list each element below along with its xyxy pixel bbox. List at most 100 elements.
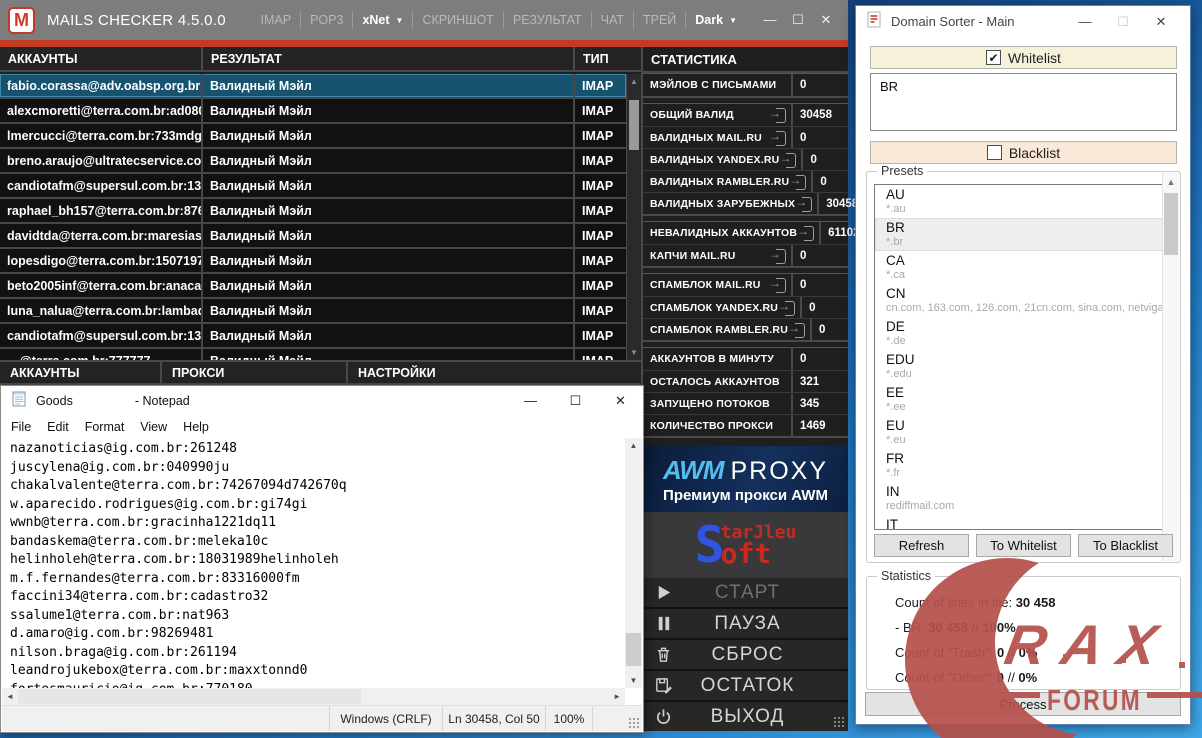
to-whitelist-button[interactable]: To Whitelist (976, 534, 1071, 557)
export-icon[interactable] (779, 153, 796, 167)
scroll-up-icon[interactable]: ▲ (625, 441, 642, 450)
export-icon[interactable] (769, 108, 786, 122)
export-icon[interactable] (795, 197, 812, 211)
preset-item-cn[interactable]: CNcn.com, 163.com, 126.com, 21cn.com, si… (875, 284, 1172, 317)
scroll-up-icon[interactable]: ▲ (1163, 177, 1179, 187)
table-row[interactable]: breno.araujo@ultratecservice.com.brВалид… (0, 149, 626, 174)
resize-grip[interactable] (628, 717, 640, 729)
menu-item-tray[interactable]: ТРЕЙ (633, 11, 685, 29)
column-header-result[interactable]: РЕЗУЛЬТАТ (203, 47, 575, 70)
stat-label: КОЛИЧЕСТВО ПРОКСИ (643, 420, 791, 432)
preset-item-fr[interactable]: FR*.fr (875, 449, 1172, 482)
mc-minimize-button[interactable]: — (756, 12, 784, 28)
table-row[interactable]: lopesdigo@terra.com.br:1507197912Валидны… (0, 249, 626, 274)
preset-item-edu[interactable]: EDU*.edu (875, 350, 1172, 383)
notepad-close-button[interactable]: ✕ (598, 393, 643, 409)
scrollbar-thumb[interactable] (626, 633, 641, 666)
mc-maximize-button[interactable]: ☐ (784, 12, 812, 28)
notepad-hscrollbar[interactable]: ◄ ► (2, 688, 625, 705)
to-blacklist-button[interactable]: To Blacklist (1078, 534, 1173, 557)
notepad-titlebar[interactable]: Goods - Notepad —☐✕ (1, 386, 643, 416)
scroll-right-icon[interactable]: ► (613, 692, 621, 701)
start-button[interactable]: СТАРТ (643, 578, 848, 609)
table-row[interactable]: raphael_bh157@terra.com.br:876845Валидны… (0, 199, 626, 224)
export-icon[interactable] (788, 323, 805, 337)
table-row[interactable]: candiotafm@supersul.com.br:130220Валидны… (0, 324, 626, 349)
text-editor-area[interactable]: nazanoticias@ig.com.br:261248juscylena@i… (2, 438, 625, 688)
starjleu-soft-logo[interactable]: S tarJleu oft (643, 512, 848, 578)
menu-item-imap[interactable]: IMAP (252, 11, 301, 29)
table-scrollbar[interactable]: ▲ ▼ (626, 74, 641, 360)
notepad-maximize-button[interactable]: ☐ (553, 393, 598, 409)
refresh-button[interactable]: Refresh (874, 534, 969, 557)
exit-button[interactable]: ВЫХОД (643, 702, 848, 731)
scroll-down-icon[interactable]: ▼ (625, 676, 642, 685)
table-row[interactable]: alexcmoretti@terra.com.br:ad080366Валидн… (0, 99, 626, 124)
scroll-left-icon[interactable]: ◄ (6, 692, 14, 701)
awm-proxy-banner[interactable]: AWM PROXY Премиум прокси AWM (643, 446, 848, 512)
resize-grip[interactable] (833, 716, 846, 729)
column-header-accounts[interactable]: АККАУНТЫ (0, 47, 203, 70)
blacklist-checkbox[interactable] (987, 145, 1002, 160)
tab-2[interactable]: НАСТРОЙКИ (348, 362, 641, 383)
table-row[interactable]: davidtda@terra.com.br:maresias1239Валидн… (0, 224, 626, 249)
preset-item-au[interactable]: AU*.au (875, 185, 1172, 218)
table-row[interactable]: lmercucci@terra.com.br:733mdgamrВалидный… (0, 124, 626, 149)
export-icon[interactable] (769, 249, 786, 263)
tab-0[interactable]: АККАУНТЫ (0, 362, 162, 383)
table-row[interactable]: beto2005inf@terra.com.br:anacarla1Валидн… (0, 274, 626, 299)
presets-scrollbar[interactable]: ▲ ▼ (1162, 173, 1179, 561)
sorter-close-button[interactable]: ✕ (1142, 14, 1180, 30)
notepad-vscrollbar[interactable]: ▲ ▼ (625, 438, 642, 688)
menu-item-pop3[interactable]: POP3 (300, 11, 352, 29)
menu-format[interactable]: Format (77, 420, 133, 434)
export-icon[interactable] (797, 226, 814, 240)
mc-close-button[interactable]: ✕ (812, 12, 840, 28)
preset-domains: *.ee (886, 401, 1172, 414)
table-row[interactable]: candiotafm@supersul.com.br:130220Валидны… (0, 174, 626, 199)
preset-item-ca[interactable]: CA*.ca (875, 251, 1172, 284)
whitelist-textarea[interactable]: BR (870, 73, 1177, 131)
pause-button[interactable]: ПАУЗА (643, 609, 848, 640)
scroll-down-icon[interactable]: ▼ (627, 348, 641, 357)
scroll-up-icon[interactable]: ▲ (627, 77, 641, 86)
menu-view[interactable]: View (132, 420, 175, 434)
presets-list[interactable]: AU*.auBR*.brCA*.caCNcn.com, 163.com, 126… (874, 184, 1173, 530)
table-row[interactable]: fabio.corassa@adv.oabsp.org.br:9005Валид… (0, 74, 626, 99)
column-header-type[interactable]: ТИП (575, 47, 641, 70)
mails-checker-titlebar[interactable]: M MAILS CHECKER 4.5.0.0 IMAPPOP3xNet▼СКР… (0, 0, 848, 40)
export-icon[interactable] (769, 131, 786, 145)
menu-help[interactable]: Help (175, 420, 217, 434)
reset-button[interactable]: СБРОС (643, 640, 848, 671)
table-row[interactable]: luna_nalua@terra.com.br:lambadaВалидный … (0, 299, 626, 324)
export-icon[interactable] (769, 278, 786, 292)
sorter-maximize-button[interactable]: ☐ (1104, 14, 1142, 30)
export-icon[interactable] (778, 301, 795, 315)
tab-1[interactable]: ПРОКСИ (162, 362, 348, 383)
menu-edit[interactable]: Edit (39, 420, 77, 434)
remainder-button[interactable]: ОСТАТОК (643, 671, 848, 702)
process-button[interactable]: Process (865, 692, 1181, 716)
menu-item-xnet[interactable]: xNet▼ (352, 11, 412, 29)
notepad-minimize-button[interactable]: — (508, 393, 553, 409)
scrollbar-thumb[interactable] (629, 100, 639, 150)
menu-item-theme[interactable]: Dark▼ (685, 11, 746, 29)
sorter-minimize-button[interactable]: — (1066, 14, 1104, 30)
menu-item-result[interactable]: РЕЗУЛЬТАТ (503, 11, 591, 29)
export-icon[interactable] (789, 175, 806, 189)
notepad-statusbar: Windows (CRLF) Ln 30458, Col 50 100% (2, 705, 642, 731)
scrollbar-thumb[interactable] (1164, 193, 1178, 255)
preset-item-in[interactable]: INrediffmail.com (875, 482, 1172, 515)
table-row[interactable]: …@terra.com.br:777777Валидный МэйлIMAP (0, 349, 626, 360)
preset-item-ee[interactable]: EE*.ee (875, 383, 1172, 416)
whitelist-checkbox[interactable]: ✔ (986, 50, 1001, 65)
menu-file[interactable]: File (3, 420, 39, 434)
preset-item-de[interactable]: DE*.de (875, 317, 1172, 350)
menu-item-screenshot[interactable]: СКРИНШОТ (412, 11, 502, 29)
menu-item-chat[interactable]: ЧАТ (591, 11, 633, 29)
preset-item-it[interactable]: IT (875, 515, 1172, 530)
preset-item-br[interactable]: BR*.br (875, 218, 1172, 251)
domain-sorter-titlebar[interactable]: Domain Sorter - Main —☐✕ (856, 6, 1190, 37)
scrollbar-thumb[interactable] (18, 689, 361, 704)
preset-item-eu[interactable]: EU*.eu (875, 416, 1172, 449)
